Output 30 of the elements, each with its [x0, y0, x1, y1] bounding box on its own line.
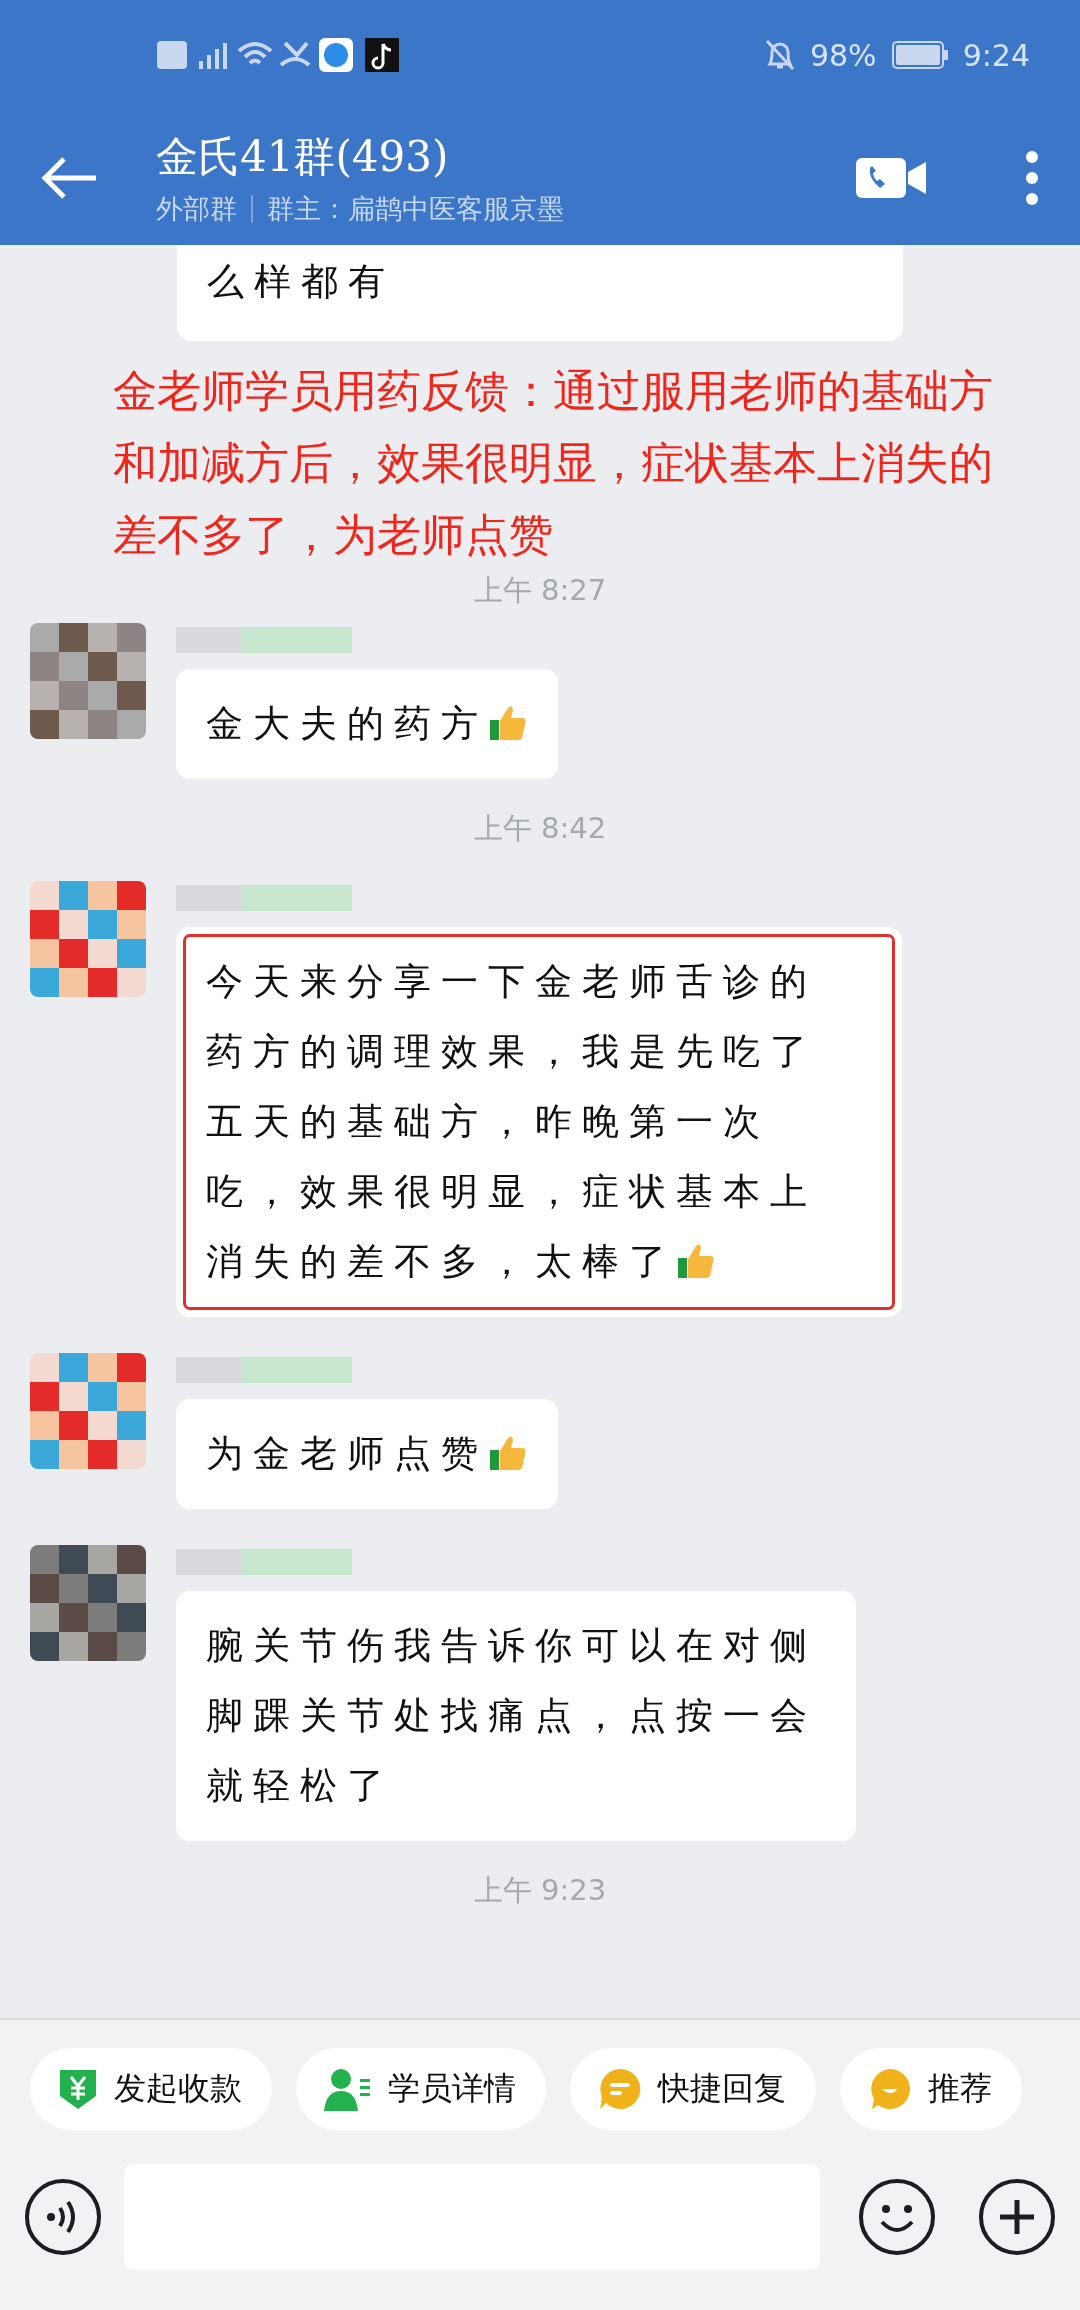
timestamp: 上午 9:23: [473, 1872, 607, 1909]
quick-action-chip[interactable]: 发起收款: [30, 2048, 272, 2130]
chat-title: 金氏41群(493): [156, 130, 450, 183]
battery-icon: [890, 40, 949, 70]
chat-bubble-icon: [598, 2067, 642, 2111]
battery-percent: 98%: [809, 37, 877, 73]
annotation-text: 金老师学员用药反馈：通过服用老师的基础方和加减方后，效果很明显，症状基本上消失的差不多了，为老师点赞: [112, 364, 994, 562]
contact-card-icon: [324, 2067, 372, 2111]
voice-icon[interactable]: [24, 2178, 102, 2256]
clock: 9:24: [962, 37, 1030, 73]
message-bubble: 为金老师点赞: [176, 1399, 558, 1509]
bell-off-icon: [763, 38, 796, 72]
message-bubble: 腕关节伤我告诉你可以在对侧脚踝关节处找痛点，点按一会就轻松了: [176, 1591, 856, 1841]
emoji-icon[interactable]: [858, 2178, 936, 2256]
plus-icon[interactable]: [978, 2178, 1056, 2256]
yen-shield-icon: [58, 2068, 98, 2110]
message-bubble: 么样都有: [177, 245, 903, 341]
group-tag: 外部群: [156, 190, 237, 227]
message-bubble: 金大夫的药方: [176, 669, 558, 779]
message-bubble: 今天来分享一下金老师舌诊的药方的调理效果，我是先吃了五天的基础方，昨晚第一次吃，效果很明显，症状基本上消失的差不多，太棒了: [176, 927, 902, 1317]
quick-action-chip[interactable]: 推荐: [840, 2048, 1022, 2130]
video-call-icon[interactable]: [856, 155, 928, 200]
back-arrow-icon[interactable]: [40, 154, 98, 201]
quick-action-chip[interactable]: 快捷回复: [570, 2048, 816, 2130]
timestamp: 上午 8:42: [473, 810, 607, 847]
chat-bubble-icon: [868, 2067, 912, 2111]
quick-action-chip[interactable]: 学员详情: [296, 2048, 546, 2130]
group-owner: 群主：扁鹊中医客服京墨: [267, 191, 564, 226]
timestamp: 上午 8:27: [473, 572, 607, 609]
more-icon[interactable]: [1024, 149, 1040, 206]
